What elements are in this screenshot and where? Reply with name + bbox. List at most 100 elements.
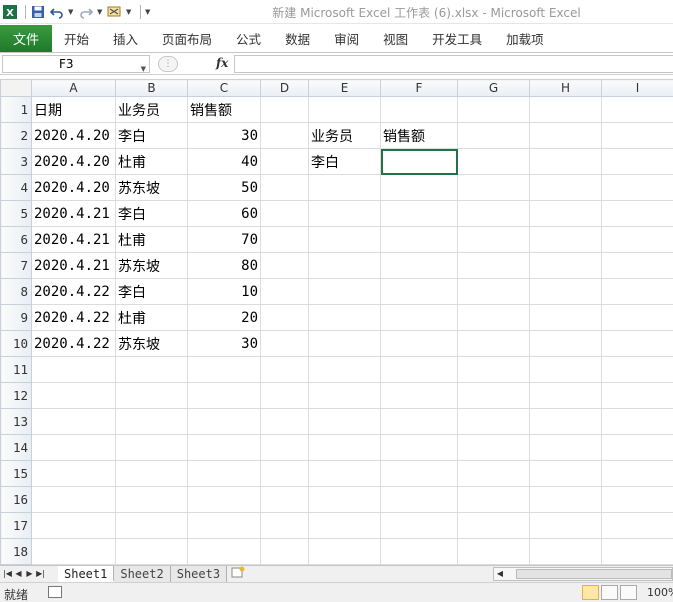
cell-h13[interactable] (529, 408, 602, 435)
cell-c14[interactable] (187, 434, 261, 461)
cell-f1[interactable] (380, 96, 458, 123)
cell-c16[interactable] (187, 486, 261, 513)
cell-i12[interactable] (601, 382, 673, 409)
cell-a8[interactable]: 2020.4.22 (31, 278, 116, 305)
tab-add-ins[interactable]: 加载项 (494, 24, 556, 53)
cell-g7[interactable] (457, 252, 530, 279)
cell-b17[interactable] (115, 512, 188, 539)
cell-f6[interactable] (380, 226, 458, 253)
tab-data[interactable]: 数据 (273, 24, 322, 53)
cell-b9[interactable]: 杜甫 (115, 304, 188, 331)
cell-h6[interactable] (529, 226, 602, 253)
cell-f18[interactable] (380, 538, 458, 565)
cell-e4[interactable] (308, 174, 381, 201)
tab-home[interactable]: 开始 (52, 24, 101, 53)
cell-h4[interactable] (529, 174, 602, 201)
tab-insert[interactable]: 插入 (101, 24, 150, 53)
cell-a17[interactable] (31, 512, 116, 539)
cell-d16[interactable] (260, 486, 309, 513)
cell-h11[interactable] (529, 356, 602, 383)
cell-a3[interactable]: 2020.4.20 (31, 148, 116, 175)
cell-g12[interactable] (457, 382, 530, 409)
cell-h2[interactable] (529, 122, 602, 149)
cell-d1[interactable] (260, 96, 309, 123)
cell-g5[interactable] (457, 200, 530, 227)
cell-i5[interactable] (601, 200, 673, 227)
zoom-level[interactable]: 100% (647, 586, 673, 599)
cell-c5[interactable]: 60 (187, 200, 261, 227)
cell-g2[interactable] (457, 122, 530, 149)
cell-f7[interactable] (380, 252, 458, 279)
cell-g16[interactable] (457, 486, 530, 513)
cell-a4[interactable]: 2020.4.20 (31, 174, 116, 201)
next-sheet-icon[interactable]: ▶ (24, 567, 35, 581)
cell-g13[interactable] (457, 408, 530, 435)
tab-formulas[interactable]: 公式 (224, 24, 273, 53)
macro-record-icon[interactable] (48, 586, 62, 598)
column-header-a[interactable]: A (31, 79, 116, 97)
cell-h17[interactable] (529, 512, 602, 539)
column-header-f[interactable]: F (380, 79, 458, 97)
sheet-tab-2[interactable]: Sheet2 (114, 566, 171, 582)
row-header[interactable]: 1 (0, 96, 32, 123)
row-header[interactable]: 14 (0, 434, 32, 461)
row-header[interactable]: 16 (0, 486, 32, 513)
cell-g17[interactable] (457, 512, 530, 539)
row-header[interactable]: 10 (0, 330, 32, 357)
cell-d8[interactable] (260, 278, 309, 305)
cell-c4[interactable]: 50 (187, 174, 261, 201)
cell-h3[interactable] (529, 148, 602, 175)
cell-b11[interactable] (115, 356, 188, 383)
cell-g3[interactable] (457, 148, 530, 175)
cell-h5[interactable] (529, 200, 602, 227)
cell-a5[interactable]: 2020.4.21 (31, 200, 116, 227)
row-header[interactable]: 17 (0, 512, 32, 539)
cell-a2[interactable]: 2020.4.20 (31, 122, 116, 149)
cell-c12[interactable] (187, 382, 261, 409)
cell-e7[interactable] (308, 252, 381, 279)
cell-f8[interactable] (380, 278, 458, 305)
cell-f17[interactable] (380, 512, 458, 539)
sheet-tab-1[interactable]: Sheet1 (58, 566, 115, 582)
cell-d17[interactable] (260, 512, 309, 539)
row-header[interactable]: 7 (0, 252, 32, 279)
cell-i10[interactable] (601, 330, 673, 357)
cell-g14[interactable] (457, 434, 530, 461)
cell-d10[interactable] (260, 330, 309, 357)
name-box-dropdown-icon[interactable]: ▼ (141, 61, 146, 77)
cell-g6[interactable] (457, 226, 530, 253)
row-header[interactable]: 15 (0, 460, 32, 487)
cell-d7[interactable] (260, 252, 309, 279)
cell-i18[interactable] (601, 538, 673, 565)
cell-f3[interactable] (380, 148, 458, 175)
cell-h8[interactable] (529, 278, 602, 305)
cell-h14[interactable] (529, 434, 602, 461)
cell-b15[interactable] (115, 460, 188, 487)
cell-d6[interactable] (260, 226, 309, 253)
cell-c18[interactable] (187, 538, 261, 565)
cell-f13[interactable] (380, 408, 458, 435)
cell-a14[interactable] (31, 434, 116, 461)
cell-e1[interactable] (308, 96, 381, 123)
cell-c1[interactable]: 销售额 (187, 96, 261, 123)
page-layout-view-icon[interactable] (601, 585, 618, 600)
cell-d5[interactable] (260, 200, 309, 227)
cell-d15[interactable] (260, 460, 309, 487)
page-break-view-icon[interactable] (620, 585, 637, 600)
cell-b6[interactable]: 杜甫 (115, 226, 188, 253)
insert-sheet-icon[interactable] (227, 566, 249, 582)
prev-sheet-icon[interactable]: ◀ (13, 567, 24, 581)
row-header[interactable]: 18 (0, 538, 32, 565)
cell-h15[interactable] (529, 460, 602, 487)
cell-d9[interactable] (260, 304, 309, 331)
row-header[interactable]: 4 (0, 174, 32, 201)
cell-e8[interactable] (308, 278, 381, 305)
row-header[interactable]: 5 (0, 200, 32, 227)
cell-d13[interactable] (260, 408, 309, 435)
cell-e3[interactable]: 李白 (308, 148, 381, 175)
cell-f15[interactable] (380, 460, 458, 487)
column-header-c[interactable]: C (187, 79, 261, 97)
row-header[interactable]: 9 (0, 304, 32, 331)
cell-a11[interactable] (31, 356, 116, 383)
cell-g18[interactable] (457, 538, 530, 565)
